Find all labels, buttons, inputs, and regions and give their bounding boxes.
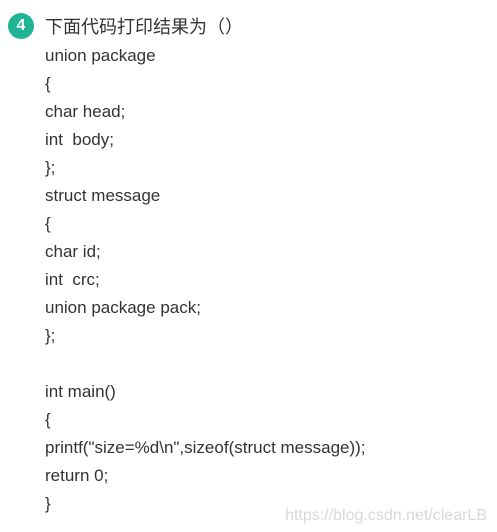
code-block: union package { char head; int body; }; … [45, 42, 366, 518]
code-line: struct message [45, 186, 161, 205]
code-line: int main() [45, 382, 116, 401]
question-number-badge: 4 [8, 13, 34, 39]
code-line: }; [45, 326, 56, 345]
code-line: { [45, 214, 51, 233]
code-line: char head; [45, 102, 126, 121]
code-line: return 0; [45, 466, 109, 485]
code-line-blank [45, 350, 366, 378]
code-line: int body; [45, 130, 114, 149]
question-title: 下面代码打印结果为（） [45, 17, 243, 37]
code-line: int crc; [45, 270, 100, 289]
code-line: { [45, 74, 51, 93]
code-line: char id; [45, 242, 101, 261]
code-line: union package pack; [45, 298, 201, 317]
watermark-url: https://blog.csdn.net/clearLB [285, 507, 487, 524]
code-line: printf("size=%d\n",sizeof(struct message… [45, 438, 366, 457]
code-line: }; [45, 158, 56, 177]
code-line: union package [45, 46, 156, 65]
code-line: { [45, 410, 51, 429]
